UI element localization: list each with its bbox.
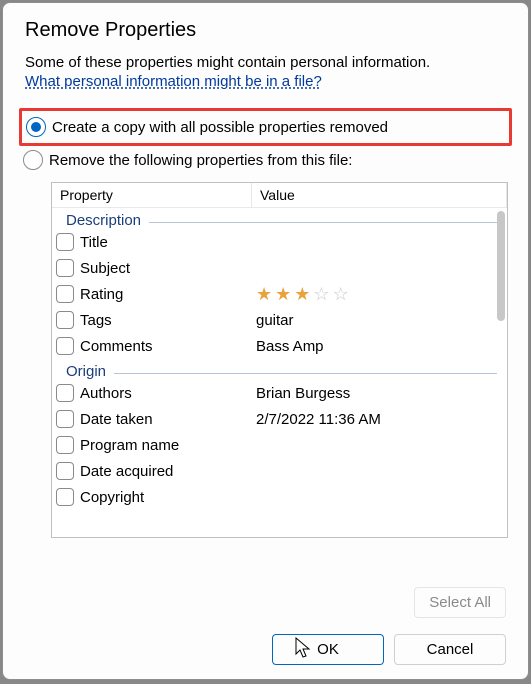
dialog-title: Remove Properties <box>3 3 528 54</box>
scrollbar[interactable] <box>497 211 505 321</box>
radio-icon <box>23 150 43 170</box>
star-icon: ☆ <box>333 285 349 303</box>
column-property[interactable]: Property <box>52 183 252 207</box>
property-row-date-taken[interactable]: Date taken 2/7/2022 11:36 AM <box>52 406 507 432</box>
checkbox[interactable] <box>56 233 74 251</box>
checkbox[interactable] <box>56 285 74 303</box>
cancel-button[interactable]: Cancel <box>394 634 506 665</box>
property-row-tags[interactable]: Tags guitar <box>52 307 507 333</box>
checkbox[interactable] <box>56 462 74 480</box>
radio-icon <box>26 117 46 137</box>
property-row-title[interactable]: Title <box>52 229 507 255</box>
property-row-authors[interactable]: Authors Brian Burgess <box>52 380 507 406</box>
radio-label: Remove the following properties from thi… <box>49 152 352 169</box>
star-icon: ★ <box>256 285 272 303</box>
radio-remove-following[interactable]: Remove the following properties from thi… <box>23 150 506 170</box>
group-description: Description <box>52 208 507 229</box>
checkbox[interactable] <box>56 384 74 402</box>
list-header: Property Value <box>52 183 507 208</box>
checkbox[interactable] <box>56 311 74 329</box>
radio-create-copy[interactable]: Create a copy with all possible properti… <box>19 108 512 146</box>
property-row-program-name[interactable]: Program name <box>52 432 507 458</box>
column-value[interactable]: Value <box>252 183 507 207</box>
ok-button[interactable]: OK <box>272 634 384 665</box>
property-row-subject[interactable]: Subject <box>52 255 507 281</box>
checkbox[interactable] <box>56 259 74 277</box>
checkbox[interactable] <box>56 410 74 428</box>
property-row-rating[interactable]: Rating ★ ★ ★ ☆ ☆ <box>52 281 507 307</box>
remove-properties-dialog: Remove Properties Some of these properti… <box>2 2 529 680</box>
checkbox[interactable] <box>56 337 74 355</box>
star-icon: ☆ <box>313 285 329 303</box>
select-all-button: Select All <box>414 587 506 618</box>
info-link[interactable]: What personal information might be in a … <box>25 73 322 90</box>
intro-text: Some of these properties might contain p… <box>25 54 506 71</box>
checkbox[interactable] <box>56 488 74 506</box>
properties-list: Property Value Description Title Subject <box>51 182 508 538</box>
checkbox[interactable] <box>56 436 74 454</box>
property-row-copyright[interactable]: Copyright <box>52 484 507 510</box>
star-icon: ★ <box>294 285 310 303</box>
group-origin: Origin <box>52 359 507 380</box>
rating-stars: ★ ★ ★ ☆ ☆ <box>256 285 349 303</box>
property-row-date-acquired[interactable]: Date acquired <box>52 458 507 484</box>
property-row-comments[interactable]: Comments Bass Amp <box>52 333 507 359</box>
radio-label: Create a copy with all possible properti… <box>52 119 388 136</box>
star-icon: ★ <box>275 285 291 303</box>
